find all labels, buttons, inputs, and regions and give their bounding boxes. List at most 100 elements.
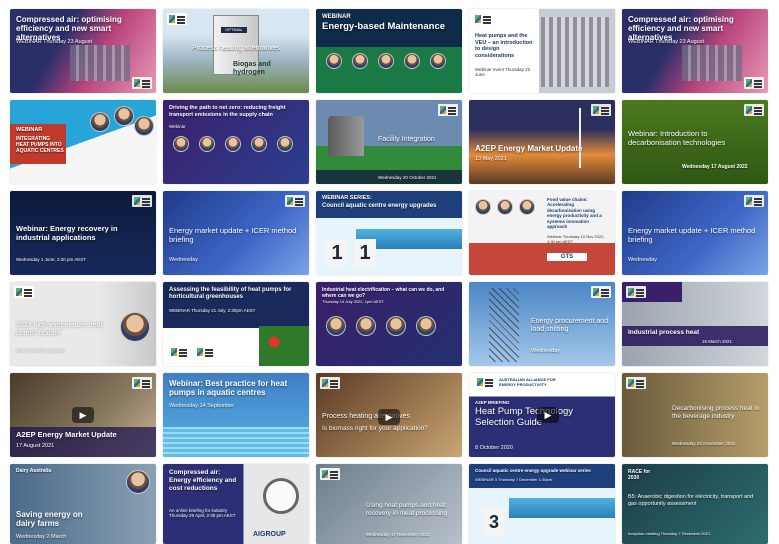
webinar-tile[interactable]: WEBINAR Energy-based Maintenance (316, 9, 462, 93)
webinar-tile[interactable]: OPTIMAL Process heating alternatives Bio… (163, 9, 309, 93)
speaker-photo (225, 136, 241, 152)
tile-title: Saving energy on dairy farms (16, 510, 83, 529)
tile-title: B5: Anaerobic digestion for electricity,… (628, 494, 754, 507)
speaker-photo (497, 199, 513, 215)
transmission-tower-image (489, 288, 519, 362)
play-icon[interactable]: ▶ (72, 407, 94, 423)
tile-subtitle: Wednesday 20 October 2021 (378, 174, 437, 180)
a2ep-logo (626, 377, 646, 389)
starting-block-number: 1 (354, 239, 376, 267)
tile-title: Energy market update + ICER method brief… (169, 226, 297, 244)
tile-title: A2EP Energy Market Update (475, 144, 583, 153)
tile-subtitle: Wednesday 17 August 2022 (682, 164, 748, 170)
tile-subtitle: 17 August 2021 (16, 443, 55, 449)
webinar-tile[interactable]: WEBINAR SERIES: Council aquatic centre e… (316, 191, 462, 275)
webinar-tile[interactable]: Council aquatic centre energy upgrade we… (469, 464, 615, 544)
pool-image (509, 498, 615, 518)
tile-title: Webinar: Best practice for heat pumps in… (169, 379, 288, 398)
a2ep-logo (285, 195, 305, 207)
webinar-tile[interactable]: Energy market update + ICER method brief… (163, 191, 309, 275)
webinar-tile[interactable]: Industrial process heat 16 March 2021 (622, 282, 768, 366)
tile-subtitle: 13 May 2021 (475, 156, 507, 162)
tile-subtitle: WEBINAR 3 Thursday 7 December 1:30pm (475, 477, 553, 482)
webinar-tile[interactable]: Compressed air: Energy efficiency and co… (163, 464, 309, 544)
speaker-photo (326, 53, 342, 69)
speaker-photo (251, 136, 267, 152)
webinar-tile[interactable]: Webinar: Best practice for heat pumps in… (163, 373, 309, 457)
tile-title: Council aquatic centre energy upgrade we… (475, 468, 591, 473)
starting-block-number: 1 (326, 239, 348, 267)
a2ep-logo (475, 376, 495, 388)
a2ep-logo (132, 377, 152, 389)
swimmer-photo (134, 116, 154, 136)
webinar-tile[interactable]: Dairy Australia Saving energy on dairy f… (10, 464, 156, 544)
webinar-tile[interactable]: Decarbonising process heat in the bevera… (622, 373, 768, 457)
webinar-tile[interactable]: Driving the path to net zero: reducing f… (163, 100, 309, 184)
webinar-tile[interactable]: ▶ A2EP Energy Market Update 17 August 20… (10, 373, 156, 457)
webinar-tile[interactable]: Energy market update + ICER method brief… (622, 191, 768, 275)
tile-title: Decarbonising process heat in the bevera… (672, 405, 760, 420)
tile-title: Energy market update + ICER method brief… (628, 226, 756, 244)
tile-subtitle: with Dr Cordin Arpagaus (16, 348, 65, 353)
alliance-name: AUSTRALIAN ALLIANCE FOR ENERGY PRODUCTIV… (499, 377, 556, 387)
tile-subtitle: Wednesday (628, 257, 657, 263)
a2ep-logo (320, 377, 340, 389)
a2ep-logo (132, 195, 152, 207)
webinar-tile[interactable]: Webinar: Energy recovery in industrial a… (10, 191, 156, 275)
webinar-thumbnail-grid: Compressed air: optimising efficiency an… (10, 9, 770, 544)
webinar-tile[interactable]: Facility Integration Wednesday 20 Octobe… (316, 100, 462, 184)
speaker-photo (356, 316, 376, 336)
tile-title: Energy procurement and load shifting (531, 318, 609, 334)
webinar-tile[interactable]: A2EP Energy Market Update 13 May 2021 (469, 100, 615, 184)
a2ep-logo (744, 77, 764, 89)
webinar-tile[interactable]: Industrial heat electrification – what c… (316, 282, 462, 366)
tile-title: Heat pumps and the VEU – an introduction… (475, 33, 533, 59)
webinar-tile[interactable]: Compressed air: optimising efficiency an… (10, 9, 156, 93)
speaker-photo (430, 53, 446, 69)
tile-title: Compressed air: Energy efficiency and co… (169, 469, 237, 492)
webinar-tile[interactable]: Using heat pumps and heat recovery in me… (316, 464, 462, 544)
webinar-tile[interactable]: RACE for 2030 B5: Anaerobic digestion fo… (622, 464, 768, 544)
speaker-photo (126, 470, 150, 494)
webinar-tile[interactable]: Assessing the feasibility of heat pumps … (163, 282, 309, 366)
tile-subtitle: Is biomass right for your application? (322, 425, 428, 432)
partner-brand: AIGROUP (253, 531, 286, 538)
tile-subtitle: 16 March 2021 (702, 339, 733, 344)
a2ep-logo (744, 195, 764, 207)
webinar-tile[interactable]: WEBINAR INTEGRATING HEAT PUMPS INTO AQUA… (10, 100, 156, 184)
webinar-tile[interactable]: 2023 high-temperature heat pumps update … (10, 282, 156, 366)
tile-subtitle: Biogas and hydrogen (233, 61, 271, 77)
tile-title: Webinar: Introduction to decarbonisation… (628, 129, 726, 147)
webinar-tile[interactable]: Food value chains: Accelerating decarbon… (469, 191, 615, 275)
tile-subtitle: Wednesday 14 September (169, 403, 235, 409)
a2ep-logo (473, 13, 493, 25)
play-icon[interactable]: ▶ (537, 407, 559, 423)
tile-subtitle: Thursday 14 July 2022, 1pm AEST (322, 299, 384, 304)
speaker-photo (416, 316, 436, 336)
tile-subtitle: Webinar (169, 124, 186, 129)
pool-water-image (163, 427, 309, 457)
webinar-tile[interactable]: Compressed air: optimising efficiency an… (622, 9, 768, 93)
speaker-photo (199, 136, 215, 152)
a2ep-logo (626, 286, 646, 298)
webinar-tile[interactable]: Heat pumps and the VEU – an introduction… (469, 9, 615, 93)
swimmer-photo (90, 112, 110, 132)
play-icon[interactable]: ▶ (378, 409, 400, 425)
webinar-tile[interactable]: Webinar: Introduction to decarbonisation… (622, 100, 768, 184)
partner-logo (195, 346, 215, 358)
tile-title: Energy-based Maintenance (322, 21, 446, 32)
tile-subtitle: Wednesday 2 March (16, 534, 67, 540)
tile-title: Food value chains: Accelerating decarbon… (547, 197, 602, 229)
tile-subtitle: An online briefing for industry Thursday… (169, 508, 236, 519)
webinar-tile[interactable]: AUSTRALIAN ALLIANCE FOR ENERGY PRODUCTIV… (469, 373, 615, 457)
speaker-photo (277, 136, 293, 152)
tile-subtitle: WEBINAR Thursday 23 August (16, 39, 93, 45)
tile-title: Process heating alternatives (192, 45, 280, 52)
tile-title: Webinar: Energy recovery in industrial a… (16, 224, 118, 242)
tile-subtitle: Wednesday 17 November 2021 (366, 532, 430, 537)
tile-title: Council aquatic centre energy upgrades (322, 203, 437, 209)
a2ep-logo (438, 104, 458, 116)
speaker-photo (120, 312, 150, 342)
webinar-tile[interactable]: Process heating alternatives Is biomass … (316, 373, 462, 457)
webinar-tile[interactable]: Energy procurement and load shifting Wed… (469, 282, 615, 366)
